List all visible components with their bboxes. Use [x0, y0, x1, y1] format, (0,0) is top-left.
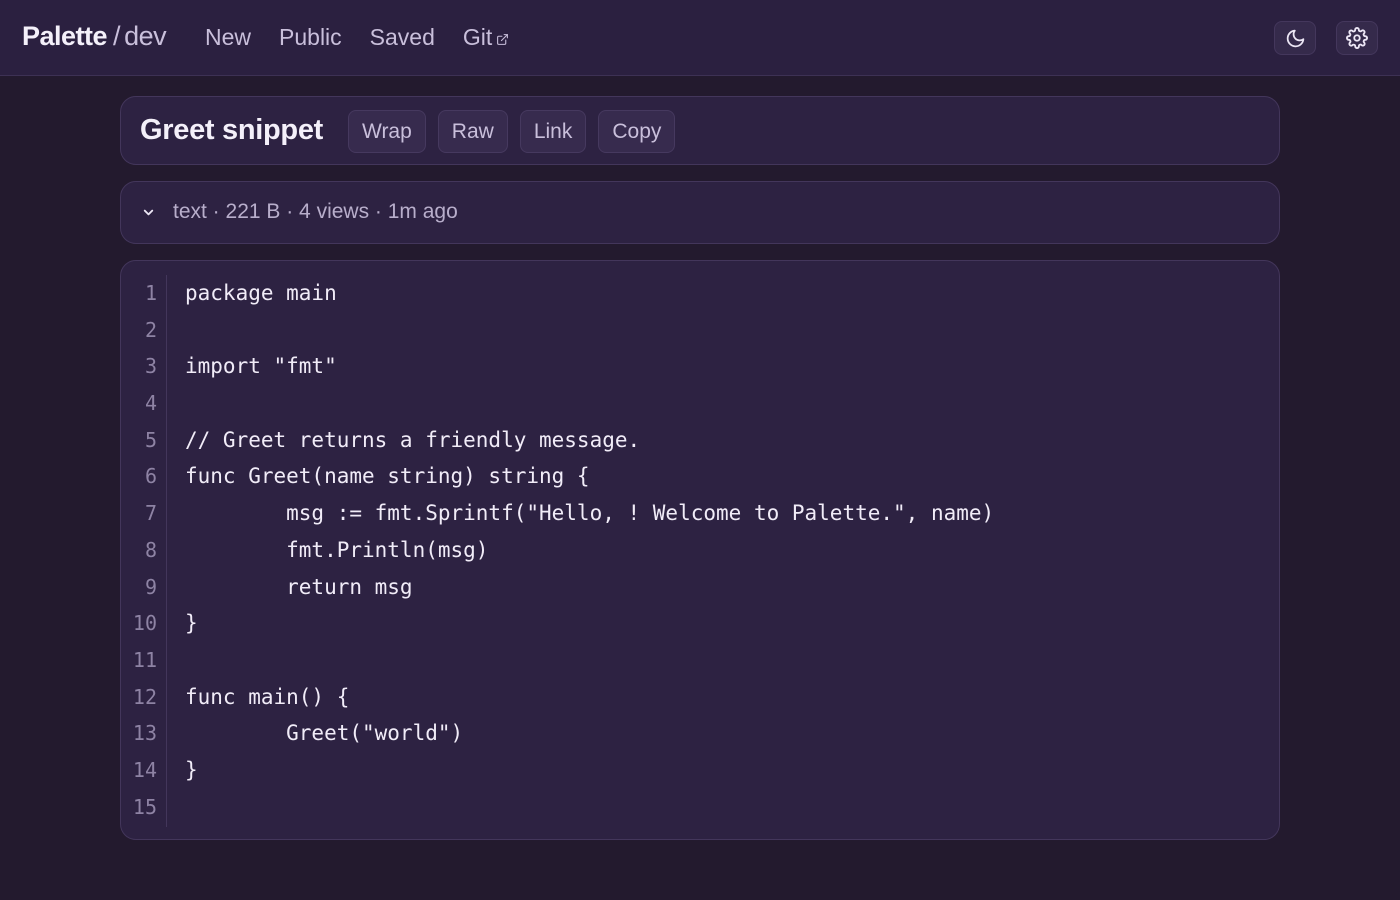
theme-toggle-button[interactable] [1274, 21, 1316, 55]
snippet-actions: Wrap Raw Link Copy [348, 110, 676, 153]
line-number: 13 [132, 721, 157, 746]
brand-separator: / [113, 21, 121, 51]
nav-git-link[interactable]: Git [463, 24, 509, 51]
line-number: 1 [144, 281, 157, 305]
brand-env[interactable]: dev [124, 21, 167, 51]
code-line[interactable]: import "fmt" [185, 348, 994, 385]
settings-button[interactable] [1336, 21, 1378, 55]
line-number: 9 [144, 574, 157, 599]
snippet-title-bar: Greet snippet Wrap Raw Link Copy [120, 96, 1280, 165]
brand[interactable]: Palette / dev [22, 21, 167, 52]
line-number: 4 [144, 391, 157, 416]
code-line[interactable] [185, 312, 994, 349]
line-number: 5 [144, 427, 157, 452]
nav-public-link[interactable]: Public [279, 24, 342, 51]
nav-new-link[interactable]: New [205, 24, 251, 51]
line-number: 15 [132, 794, 157, 819]
code-line[interactable]: package main [185, 275, 994, 312]
code-line[interactable]: } [185, 752, 994, 789]
moon-icon [1286, 29, 1304, 47]
code-line[interactable]: // Greet returns a friendly message. [185, 422, 994, 459]
snippet-meta: text · 221 B · 4 views · 1m ago [173, 200, 458, 223]
snippet-title: Greet snippet [140, 114, 324, 146]
code-line[interactable]: } [185, 605, 994, 642]
code-line[interactable]: msg := fmt.Sprintf("Hello, ! Welcome to … [185, 495, 994, 532]
chevron-down-icon[interactable] [141, 205, 156, 220]
code-line[interactable] [185, 385, 994, 422]
copy-button[interactable]: Copy [598, 110, 676, 153]
code-content[interactable]: package main import "fmt" // Greet returns… [185, 275, 994, 825]
code-line[interactable]: func main() { [185, 679, 994, 716]
raw-button[interactable]: Raw [437, 110, 508, 153]
code-line[interactable]: Greet("world") [185, 715, 994, 752]
main-nav: New Public Saved Git [205, 24, 509, 51]
line-number: 10 [132, 611, 157, 636]
line-number: 14 [132, 757, 157, 782]
code-line[interactable]: func Greet(name string) string { [185, 458, 994, 495]
snippet-meta-bar[interactable]: text · 221 B · 4 views · 1m ago [120, 181, 1280, 244]
top-bar: Palette / dev New Public Saved Git [0, 0, 1400, 76]
line-number: 8 [144, 537, 157, 562]
wrap-button[interactable]: Wrap [348, 110, 426, 153]
nav-saved-link[interactable]: Saved [370, 24, 435, 51]
nav-git-label[interactable]: Git [463, 24, 492, 51]
line-number: 12 [132, 684, 157, 709]
line-number: 2 [144, 317, 157, 342]
code-viewer[interactable]: 1 2 3 4 5 6 7 8 9 10 11 12 13 14 15 package main import… [120, 260, 1280, 840]
line-number-gutter: 1 2 3 4 5 6 7 8 9 10 11 12 13 14 15 [121, 275, 167, 827]
line-number: 3 [144, 354, 157, 379]
line-number: 7 [144, 501, 157, 526]
link-button[interactable]: Link [519, 110, 587, 153]
code-line[interactable]: fmt.Println(msg) [185, 532, 994, 569]
code-line[interactable]: return msg [185, 569, 994, 606]
gear-icon [1346, 27, 1368, 49]
brand-name[interactable]: Palette [22, 21, 108, 51]
external-link-icon [497, 34, 509, 45]
line-number: 11 [132, 647, 157, 672]
line-number: 6 [144, 464, 157, 489]
code-line[interactable] [185, 789, 994, 826]
code-line[interactable] [185, 642, 994, 679]
